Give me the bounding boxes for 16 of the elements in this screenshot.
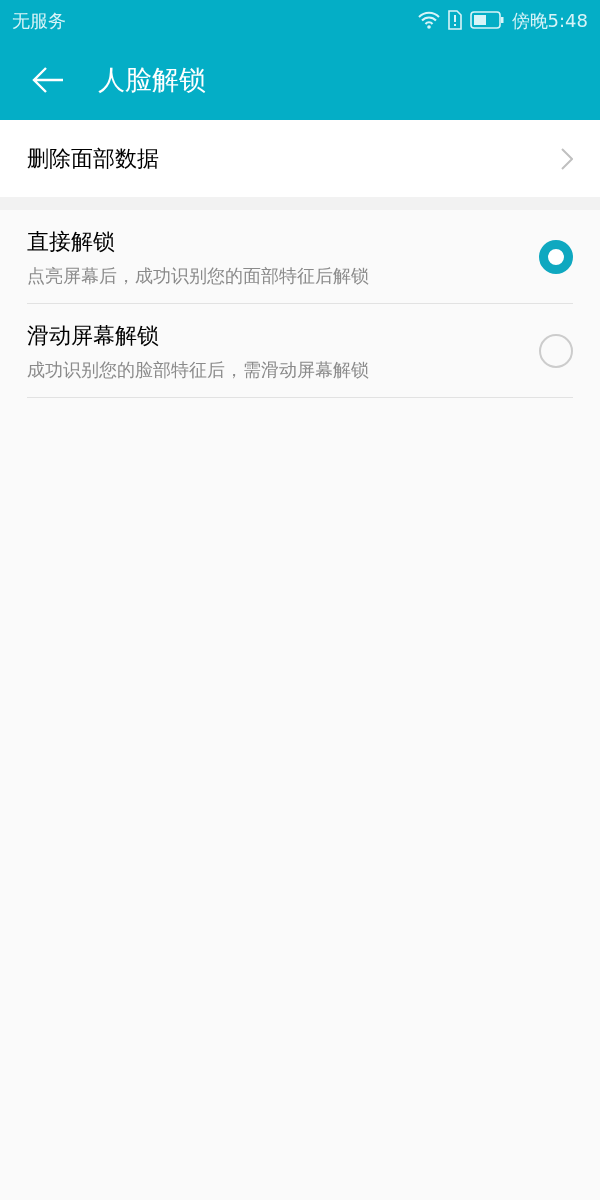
delete-face-data-item[interactable]: 删除面部数据 [0,120,600,197]
page-title: 人脸解锁 [98,62,206,97]
option-title: 直接解锁 [27,227,116,256]
wifi-icon [417,11,440,29]
unlock-option[interactable]: 滑动屏幕解锁 成功识别您的脸部特征后，需滑动屏幕解锁 [27,304,573,398]
chevron-right-icon [561,147,573,170]
radio-button[interactable] [539,333,573,368]
battery-icon [469,11,504,29]
sim-alert-icon [447,10,462,30]
radio-button[interactable] [539,239,573,274]
carrier-text: 无服务 [12,8,66,33]
unlock-option[interactable]: 直接解锁 点亮屏幕后，成功识别您的面部特征后解锁 [27,210,573,304]
option-description: 成功识别您的脸部特征后，需滑动屏幕解锁 [27,357,369,382]
option-description: 点亮屏幕后，成功识别您的面部特征后解锁 [27,263,369,288]
clock-text: 傍晚5:48 [511,8,588,33]
option-title: 滑动屏幕解锁 [27,321,160,350]
